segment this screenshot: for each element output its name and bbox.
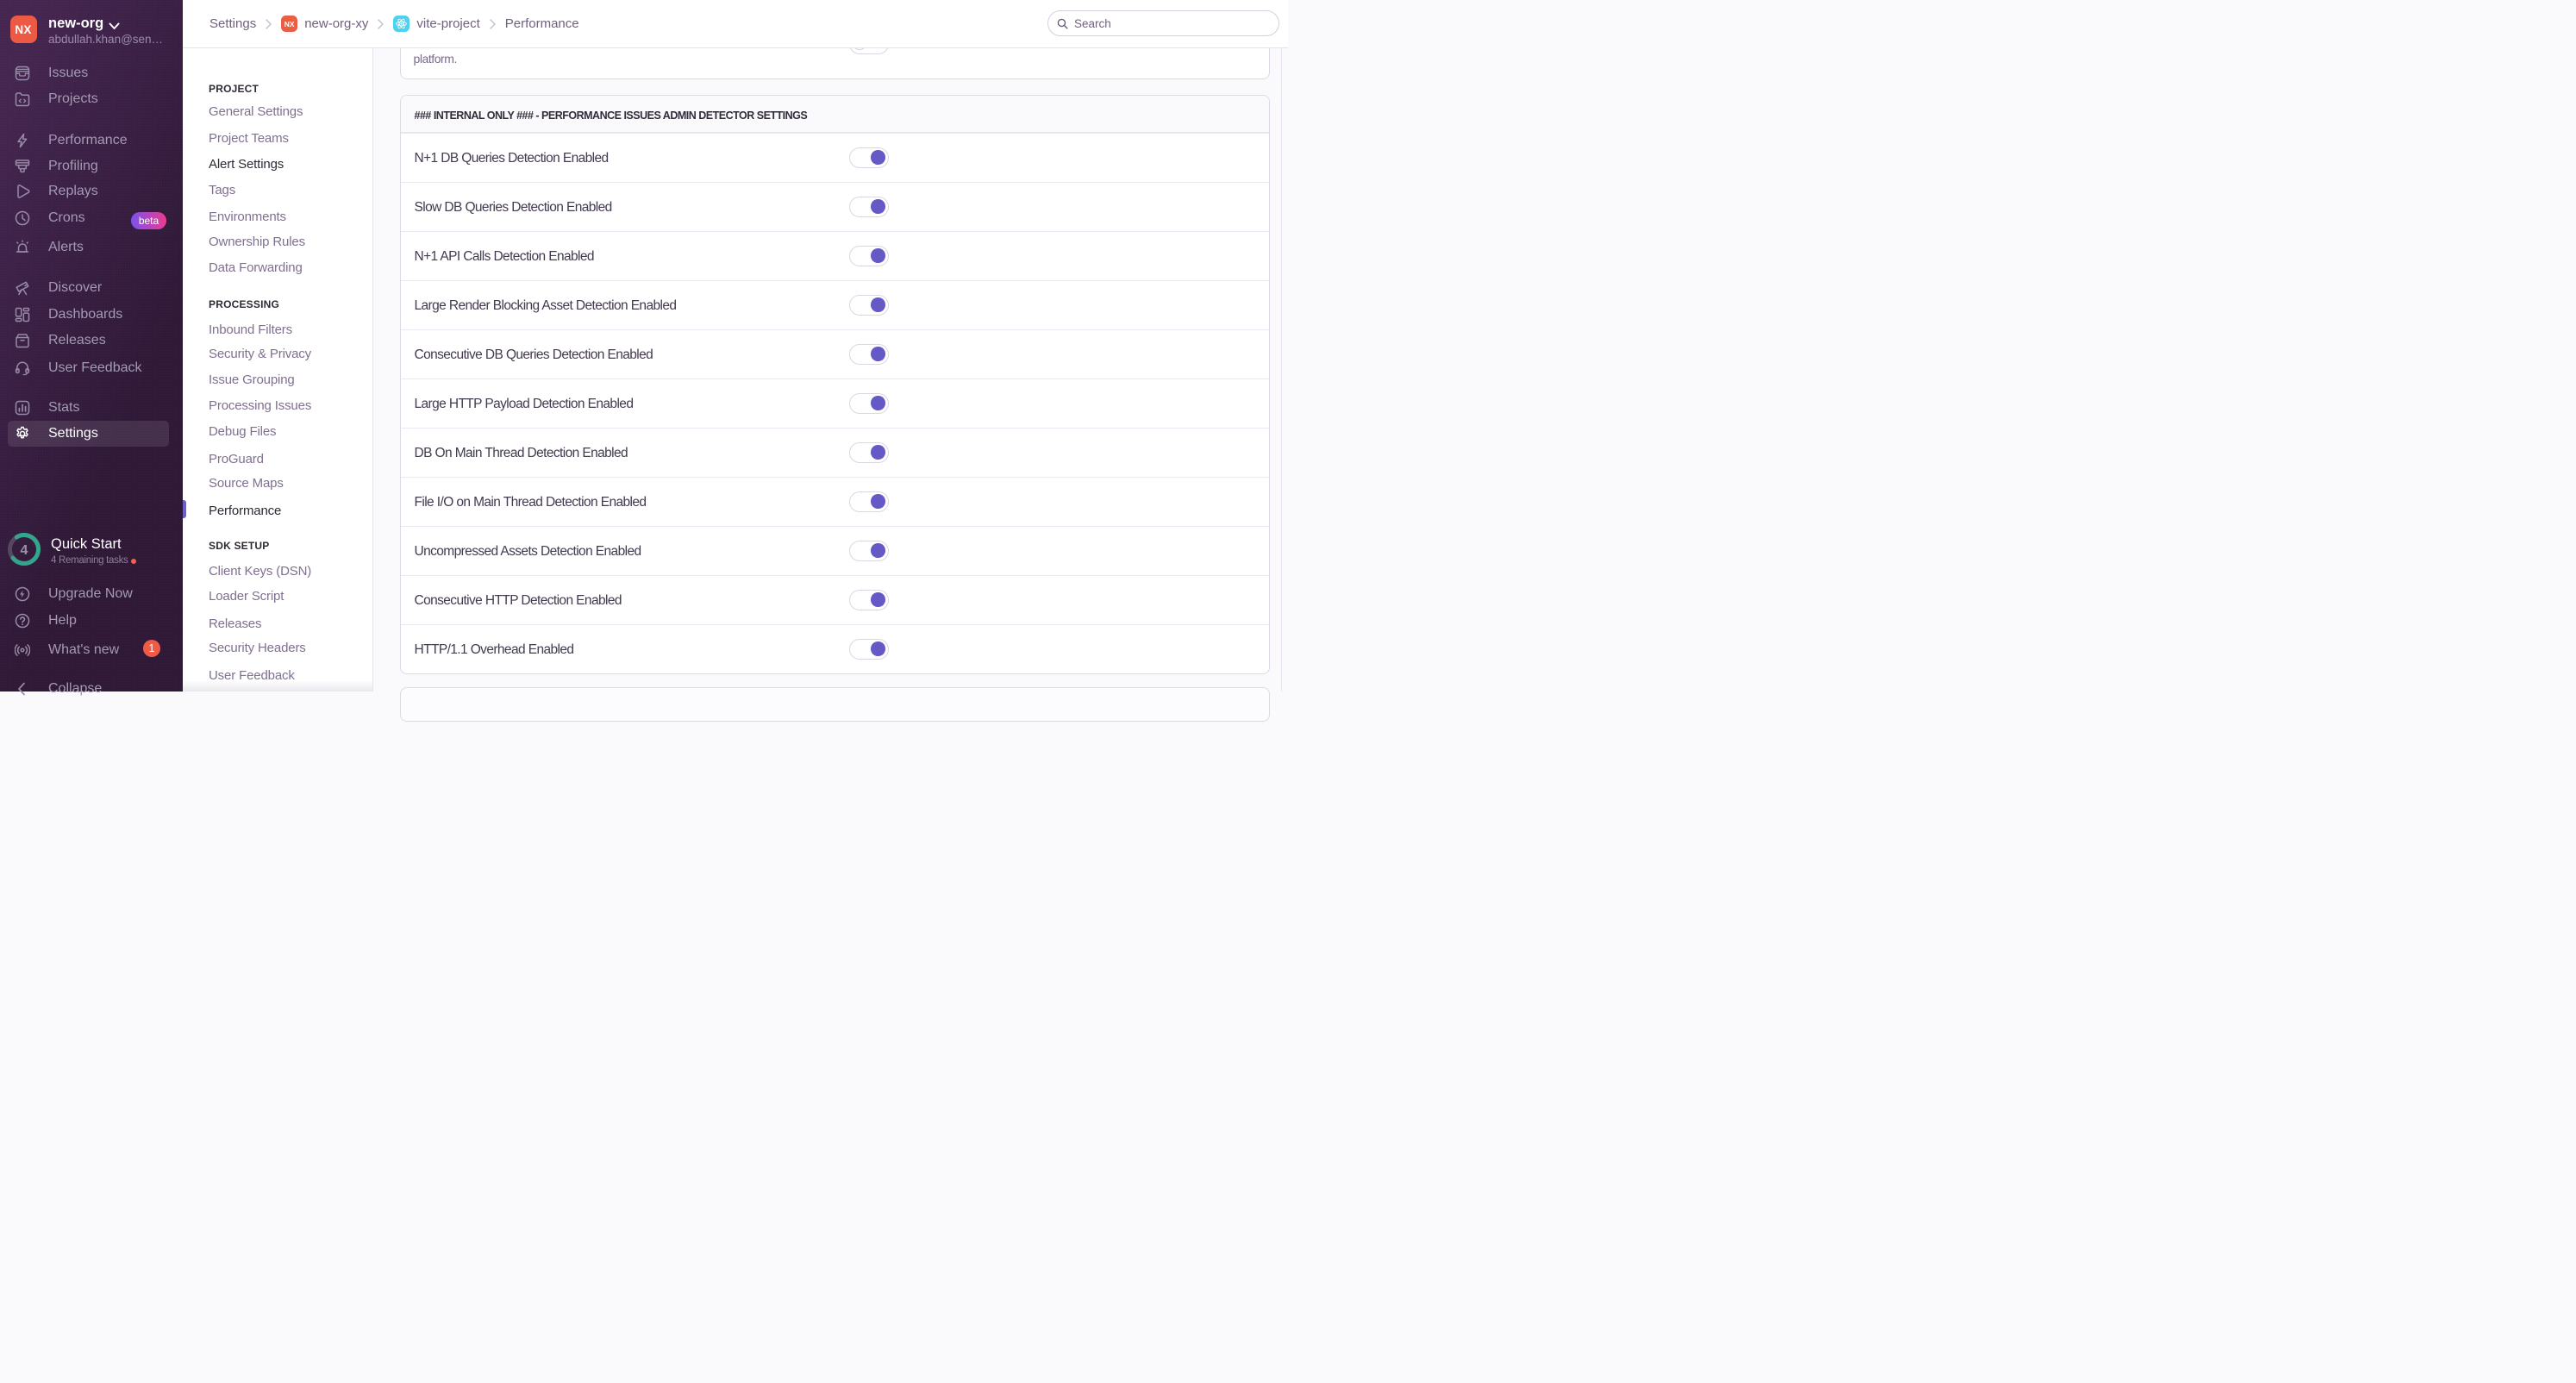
- svg-text:4: 4: [21, 543, 28, 558]
